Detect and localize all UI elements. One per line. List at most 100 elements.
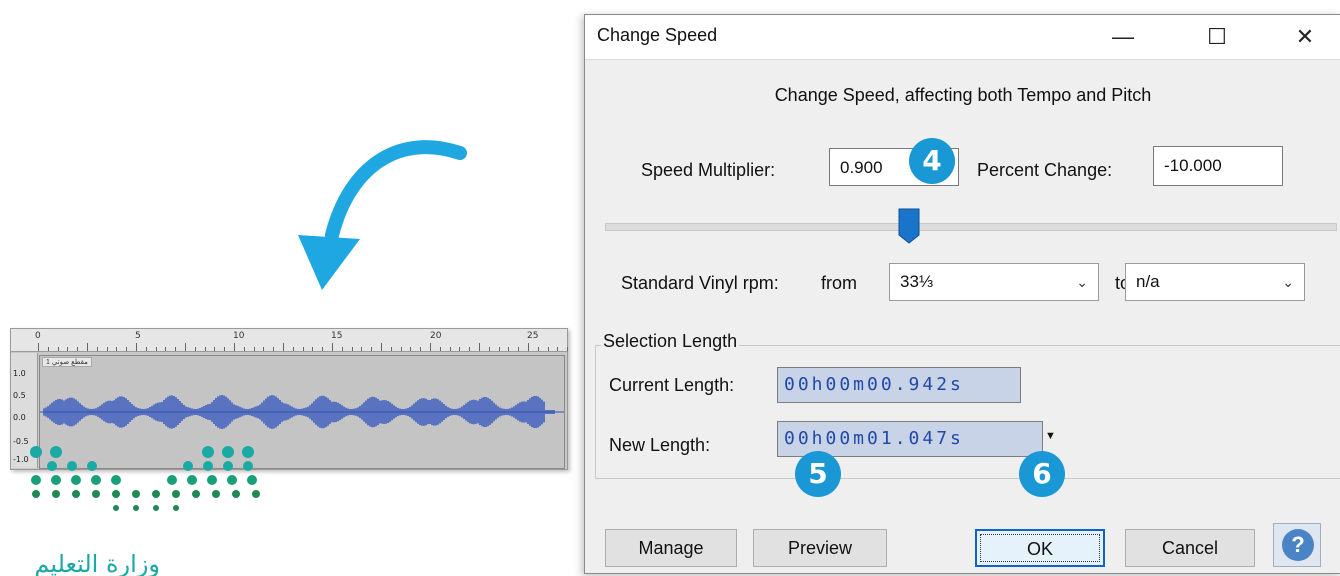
ruler-tick bbox=[420, 347, 422, 351]
ruler-tick bbox=[194, 347, 196, 351]
speed-slider-thumb[interactable] bbox=[897, 207, 921, 245]
title-bar: Change Speed — ☐ ✕ bbox=[585, 15, 1340, 60]
ruler-tick bbox=[361, 347, 363, 351]
chevron-down-icon: ⌄ bbox=[1076, 274, 1088, 290]
timeline-ruler: 0 5 10 15 20 25 bbox=[11, 329, 569, 352]
logo-dot bbox=[183, 461, 193, 471]
ruler-tick bbox=[126, 347, 128, 351]
logo-dot bbox=[31, 475, 41, 485]
logo-dot bbox=[192, 490, 200, 498]
manage-button[interactable]: Manage bbox=[605, 529, 737, 567]
ruler-tick bbox=[263, 347, 265, 351]
logo-dot bbox=[203, 461, 213, 471]
logo-dot bbox=[207, 475, 217, 485]
ruler-tick bbox=[47, 347, 49, 351]
logo-dot bbox=[242, 446, 254, 458]
minimize-icon[interactable]: — bbox=[1103, 23, 1143, 51]
new-length-label: New Length: bbox=[609, 435, 711, 455]
current-length-label: Current Length: bbox=[609, 375, 735, 395]
ruler-tick bbox=[77, 347, 79, 351]
help-button[interactable]: ? bbox=[1273, 523, 1321, 567]
help-icon: ? bbox=[1282, 529, 1314, 561]
ruler-tick bbox=[410, 347, 412, 351]
ruler-tick bbox=[283, 343, 284, 351]
vinyl-rpm-label: Standard Vinyl rpm: bbox=[621, 273, 779, 293]
ruler-tick bbox=[292, 347, 294, 351]
ruler-tick bbox=[96, 347, 98, 351]
step-badge-4: 4 bbox=[909, 138, 955, 184]
close-icon[interactable]: ✕ bbox=[1285, 23, 1325, 51]
ok-button[interactable]: OK bbox=[975, 529, 1105, 567]
logo-dot bbox=[132, 490, 140, 498]
logo-dot bbox=[47, 461, 57, 471]
cancel-button[interactable]: Cancel bbox=[1125, 529, 1255, 567]
ruler-tick bbox=[145, 347, 147, 351]
ruler-tick bbox=[508, 347, 510, 351]
logo-dot bbox=[72, 490, 80, 498]
ruler-label: 25 bbox=[527, 331, 539, 341]
logo-dot bbox=[113, 505, 119, 511]
scale-label: 0.0 bbox=[13, 413, 26, 422]
ruler-tick bbox=[439, 347, 441, 351]
dropdown-arrow-icon[interactable]: ▼ bbox=[1045, 430, 1056, 442]
ruler-tick bbox=[57, 347, 59, 351]
vinyl-from-select[interactable]: 33⅓ ⌄ bbox=[889, 263, 1099, 301]
speed-slider[interactable] bbox=[605, 223, 1337, 231]
chevron-down-icon: ⌄ bbox=[1282, 274, 1294, 290]
ruler-tick bbox=[214, 347, 216, 351]
ruler-tick bbox=[371, 347, 373, 351]
ruler-tick bbox=[351, 347, 353, 351]
logo-dot bbox=[243, 461, 253, 471]
ruler-label: 0 bbox=[35, 331, 41, 341]
ruler-tick bbox=[204, 347, 206, 351]
dialog-title: Change Speed bbox=[597, 25, 718, 45]
change-speed-dialog: Change Speed — ☐ ✕ Change Speed, affecti… bbox=[584, 14, 1340, 574]
logo-dot bbox=[222, 446, 234, 458]
logo-dot bbox=[252, 490, 260, 498]
ruler-tick bbox=[341, 347, 343, 351]
ruler-tick bbox=[390, 347, 392, 351]
scale-label: 0.5 bbox=[13, 391, 26, 400]
ruler-tick bbox=[273, 347, 275, 351]
ruler-tick bbox=[116, 347, 118, 351]
logo-dot bbox=[87, 461, 97, 471]
ruler-tick bbox=[469, 347, 471, 351]
vinyl-from-label: from bbox=[821, 273, 857, 293]
logo-dot bbox=[167, 475, 177, 485]
logo-dot bbox=[32, 490, 40, 498]
ruler-tick bbox=[106, 347, 108, 351]
ruler-tick bbox=[567, 347, 569, 351]
ruler-tick bbox=[518, 347, 520, 351]
logo-dot bbox=[232, 490, 240, 498]
ruler-tick bbox=[479, 343, 480, 351]
ruler-label: 10 bbox=[233, 331, 245, 341]
logo-dot bbox=[67, 461, 77, 471]
logo-dot bbox=[91, 475, 101, 485]
current-length-timecode[interactable]: 00h00m00.942s bbox=[777, 367, 1021, 403]
ruler-tick bbox=[430, 343, 431, 351]
logo-dot bbox=[152, 490, 160, 498]
ruler-label: 15 bbox=[331, 331, 343, 341]
percent-change-input[interactable]: -10.000 bbox=[1153, 146, 1283, 186]
vinyl-to-value: n/a bbox=[1136, 272, 1160, 291]
selection-length-caption: Selection Length bbox=[601, 331, 740, 352]
ruler-tick bbox=[547, 347, 549, 351]
ruler-tick bbox=[400, 347, 402, 351]
speed-multiplier-label: Speed Multiplier: bbox=[641, 160, 776, 180]
preview-button[interactable]: Preview bbox=[753, 529, 887, 567]
ruler-tick bbox=[537, 347, 539, 351]
vinyl-to-select[interactable]: n/a ⌄ bbox=[1125, 263, 1305, 301]
ruler-tick bbox=[165, 347, 167, 351]
ruler-tick bbox=[175, 347, 177, 351]
maximize-icon[interactable]: ☐ bbox=[1197, 23, 1237, 51]
logo-dot bbox=[111, 475, 121, 485]
logo-dot bbox=[212, 490, 220, 498]
ruler-tick bbox=[312, 347, 314, 351]
logo-dot bbox=[112, 490, 120, 498]
logo-dot bbox=[202, 446, 214, 458]
selection-length-group bbox=[595, 345, 1340, 479]
ruler-tick bbox=[243, 347, 245, 351]
ruler-tick bbox=[67, 347, 69, 351]
logo-dot bbox=[247, 475, 257, 485]
vinyl-from-value: 33⅓ bbox=[900, 272, 934, 291]
